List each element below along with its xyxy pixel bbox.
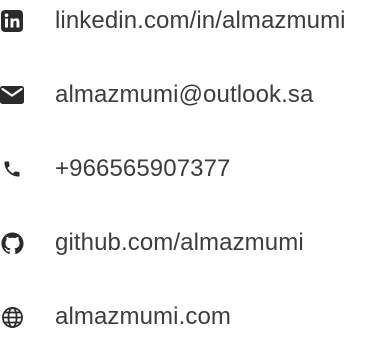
linkedin-label: linkedin.com/in/almazmumi xyxy=(55,7,346,34)
contact-list: linkedin.com/in/almazmumi almazmumi@outl… xyxy=(0,0,379,338)
linkedin-icon xyxy=(0,9,24,33)
phone-label: +966565907377 xyxy=(55,155,231,182)
envelope-icon xyxy=(0,83,24,107)
globe-icon xyxy=(0,305,24,329)
github-label: github.com/almazmumi xyxy=(55,229,304,256)
phone-icon xyxy=(0,157,24,181)
email-label: almazmumi@outlook.sa xyxy=(55,81,314,108)
github-icon xyxy=(0,231,24,255)
website-label: almazmumi.com xyxy=(55,303,231,330)
